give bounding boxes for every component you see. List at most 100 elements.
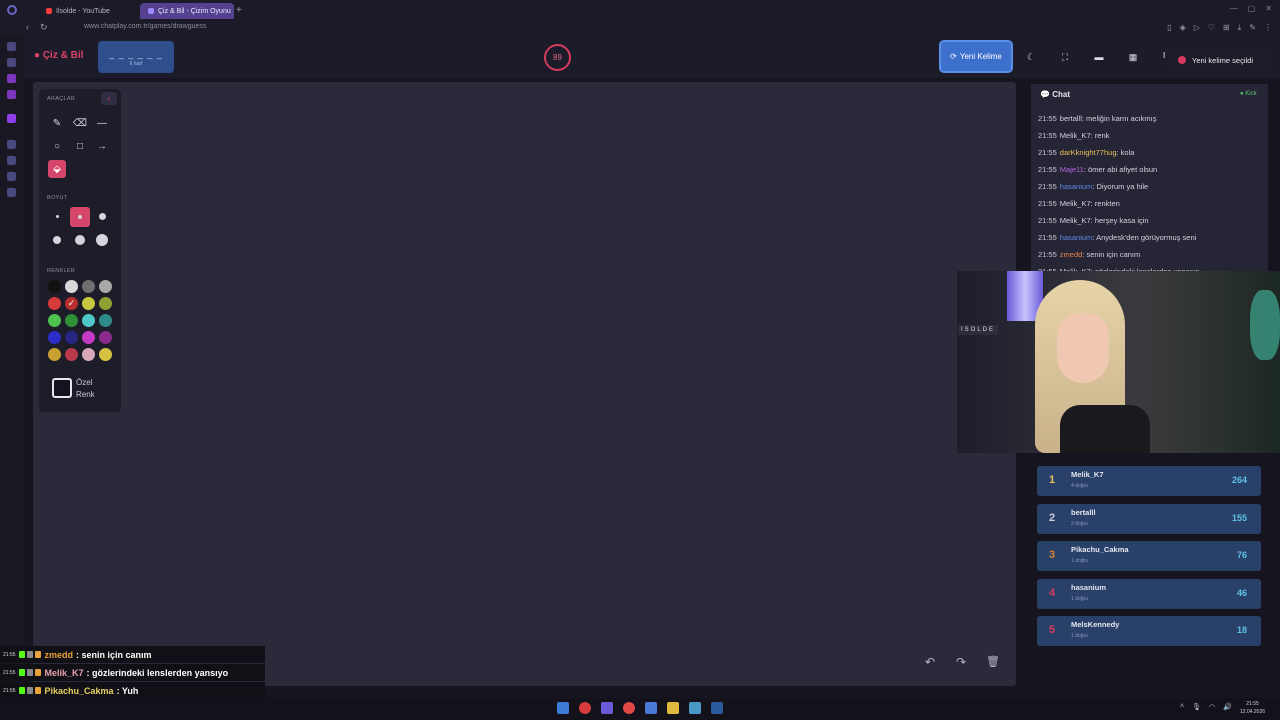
reload-icon[interactable]: ↻ — [40, 22, 48, 33]
minimize-icon[interactable]: — — [1230, 4, 1238, 13]
overlay-chat-message: 21:55 Pikachu_Cakma: Yuh — [0, 682, 265, 699]
message-user[interactable]: darKknight77hug — [1060, 148, 1117, 157]
download-icon[interactable]: ⤓ — [1238, 23, 1242, 33]
color-swatch[interactable] — [65, 348, 78, 361]
chat-message: 21:55 hasanium: Diyorum ya hile — [1038, 182, 1149, 191]
color-swatch[interactable] — [82, 280, 95, 293]
color-swatch-selected[interactable]: ✓ — [65, 297, 78, 310]
color-swatch[interactable] — [48, 297, 61, 310]
webcam-sign: ISOLDE — [958, 325, 998, 335]
dark-mode-button[interactable]: ☾ — [1016, 42, 1046, 72]
play-icon[interactable]: ▷ — [1194, 23, 1200, 33]
message-text: senin için canım — [1086, 250, 1141, 259]
color-swatch[interactable] — [65, 314, 78, 327]
messenger-icon[interactable] — [7, 74, 16, 83]
fill-tool[interactable]: ⬙ — [48, 160, 66, 178]
opera-logo-icon[interactable] — [7, 5, 17, 15]
whatsapp-icon[interactable] — [7, 90, 16, 99]
app-icon[interactable] — [645, 702, 657, 714]
color-swatch[interactable] — [65, 280, 78, 293]
size-1-button[interactable] — [56, 215, 59, 218]
chevron-up-icon[interactable]: ˄ — [1180, 703, 1184, 711]
color-swatch[interactable] — [82, 297, 95, 310]
steam-icon[interactable] — [711, 702, 723, 714]
settings-icon[interactable] — [7, 188, 16, 197]
eraser-tool[interactable]: ⌫ — [71, 114, 89, 132]
color-swatch[interactable] — [65, 331, 78, 344]
custom-color-picker[interactable] — [52, 378, 72, 398]
size-5-button[interactable] — [75, 235, 85, 245]
color-swatch[interactable] — [99, 314, 112, 327]
browser-tab-game[interactable]: Çiz & Bil - Çizim Oyunu — [140, 3, 234, 19]
snapshot-icon[interactable]: ▯ — [1167, 23, 1171, 33]
size-6-button[interactable] — [96, 234, 108, 246]
ai-icon[interactable]: ✎ — [1249, 23, 1256, 33]
message-user[interactable]: Melik_K7 — [1060, 131, 1091, 140]
rectangle-tool[interactable]: □ — [71, 137, 89, 155]
message-user[interactable]: Maje11 — [1060, 165, 1084, 174]
clear-canvas-button[interactable]: 🗑 — [986, 655, 1000, 668]
size-2-button[interactable] — [78, 215, 82, 219]
bookmark-icon[interactable] — [7, 58, 16, 67]
fullscreen-button[interactable]: ⛶ — [1050, 42, 1080, 72]
color-swatch[interactable] — [99, 297, 112, 310]
leaderboard-row: 3 Pikachu_Cakma 1 doğru 76 — [1037, 541, 1261, 571]
obs-icon[interactable] — [689, 702, 701, 714]
circle-tool[interactable]: ○ — [48, 137, 66, 155]
message-user[interactable]: hasanium — [1060, 182, 1093, 191]
message-user[interactable]: bertalll — [1060, 114, 1082, 123]
message-user[interactable]: hasanium — [1060, 233, 1093, 242]
back-icon[interactable]: ‹ — [26, 22, 29, 33]
close-icon[interactable]: ✕ — [1265, 4, 1272, 13]
discord-icon[interactable] — [601, 702, 613, 714]
message-user[interactable]: Melik_K7 — [1060, 216, 1091, 225]
heart-icon[interactable]: ♡ — [1208, 23, 1215, 33]
color-swatch[interactable] — [48, 331, 61, 344]
wifi-icon[interactable]: ◠ — [1209, 703, 1215, 711]
chrome-icon[interactable] — [623, 702, 635, 714]
folder-icon[interactable] — [667, 702, 679, 714]
new-tab-button[interactable]: + — [236, 5, 242, 16]
history-icon[interactable] — [7, 140, 16, 149]
color-swatch[interactable] — [99, 331, 112, 344]
twitch-icon[interactable] — [7, 114, 16, 123]
start-icon[interactable] — [557, 702, 569, 714]
color-swatch[interactable] — [48, 348, 61, 361]
menu-icon[interactable]: ⋮ — [1264, 23, 1272, 33]
grid-button[interactable]: ▦ — [1118, 42, 1148, 72]
color-swatch[interactable] — [99, 280, 112, 293]
color-swatch[interactable] — [82, 348, 95, 361]
color-swatch[interactable] — [48, 280, 61, 293]
line-tool[interactable]: — — [93, 114, 111, 132]
maximize-icon[interactable]: ▢ — [1248, 4, 1256, 13]
clock-icon[interactable] — [7, 156, 16, 165]
toast-text: Yeni kelime seçildi — [1192, 55, 1254, 65]
browser-tab-youtube[interactable]: Ilsolde - YouTube — [38, 3, 134, 19]
url-field[interactable]: www.chatplay.com.tr/games/drawguess — [84, 23, 206, 30]
color-swatch[interactable] — [82, 314, 95, 327]
size-4-button[interactable] — [53, 236, 61, 244]
redo-button[interactable]: ↷ — [956, 655, 966, 669]
drawing-canvas[interactable] — [33, 82, 1016, 686]
color-swatch[interactable] — [48, 314, 61, 327]
collapse-panel-button[interactable]: ‹ — [101, 92, 117, 105]
color-swatch[interactable] — [99, 348, 112, 361]
new-word-button[interactable]: ⟳ Yeni Kelime — [939, 40, 1013, 73]
undo-button[interactable]: ↶ — [925, 655, 935, 669]
info-icon — [1178, 56, 1186, 64]
color-swatch[interactable] — [82, 331, 95, 344]
volume-icon[interactable]: 🔊 — [1223, 703, 1232, 711]
pencil-tool[interactable]: ✎ — [48, 114, 66, 132]
mic-icon[interactable]: 🎙 — [1192, 703, 1201, 711]
taskbar-clock[interactable]: 21:55 12.04.2026 — [1240, 700, 1265, 716]
message-user[interactable]: Melik_K7 — [1060, 199, 1091, 208]
shield-icon[interactable]: ◈ — [1180, 23, 1186, 33]
downloads-icon[interactable] — [7, 172, 16, 181]
message-user[interactable]: zmedd — [1060, 250, 1083, 259]
extensions-icon[interactable]: ⊞ — [1223, 23, 1230, 33]
home-icon[interactable] — [7, 42, 16, 51]
arrow-tool[interactable]: → — [93, 137, 111, 155]
opera-taskbar-icon[interactable] — [579, 702, 591, 714]
size-3-button[interactable] — [99, 213, 106, 220]
keyboard-button[interactable]: ▬ — [1084, 42, 1114, 72]
